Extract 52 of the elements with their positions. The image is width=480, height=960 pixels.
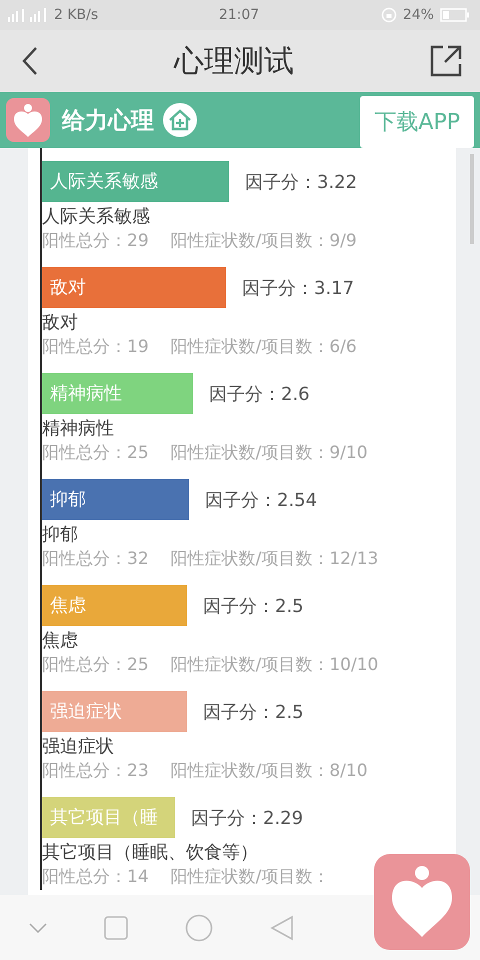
- battery-icon: [440, 8, 470, 22]
- positive-total: 阳性总分：25: [42, 654, 149, 677]
- positive-ratio: 阳性症状数/项目数：10/10: [170, 654, 378, 677]
- factor-score: 因子分：3.22: [245, 170, 358, 194]
- factor-score: 因子分：2.6: [209, 382, 310, 406]
- chevron-down-icon[interactable]: [28, 922, 47, 932]
- factor-bar: 其它项目（睡: [42, 797, 175, 838]
- download-app-button[interactable]: 下载APP: [360, 96, 474, 148]
- factor-score: 因子分：2.5: [203, 594, 304, 618]
- factor-bar: 强迫症状: [42, 691, 187, 732]
- positive-ratio: 阳性症状数/项目数：12/13: [170, 548, 378, 571]
- factor-score: 因子分：2.54: [205, 488, 318, 512]
- factor-bar: 焦虑: [42, 585, 187, 626]
- back-triangle-icon[interactable]: [270, 914, 294, 940]
- factor-name: 人际关系敏感: [42, 205, 151, 229]
- factor-bar: 人际关系敏感: [42, 161, 229, 202]
- positive-total: 阳性总分：23: [42, 760, 149, 783]
- share-icon[interactable]: [430, 45, 462, 77]
- back-icon[interactable]: [22, 46, 38, 76]
- positive-ratio: 阳性症状数/项目数：8/10: [170, 760, 368, 783]
- page-title: 心理测试: [174, 42, 294, 80]
- recent-apps-icon[interactable]: [104, 916, 128, 940]
- network-speed: 2 KB/s: [54, 7, 98, 23]
- heart-logo-icon: [6, 98, 50, 142]
- brand-name: 给力心理: [62, 106, 154, 136]
- positive-total: 阳性总分：14: [42, 866, 149, 889]
- positive-total: 阳性总分：32: [42, 548, 149, 571]
- factor-name: 焦虑: [42, 629, 79, 653]
- factor-score: 因子分：2.5: [203, 700, 304, 724]
- positive-ratio: 阳性症状数/项目数：: [170, 866, 330, 889]
- factor-name: 其它项目（睡眠、饮食等）: [42, 841, 259, 865]
- signal-icon: [8, 8, 48, 22]
- positive-total: 阳性总分：29: [42, 230, 149, 253]
- factor-name: 敌对: [42, 311, 79, 335]
- factor-bar: 敌对: [42, 267, 226, 308]
- positive-total: 阳性总分：25: [42, 442, 149, 465]
- positive-ratio: 阳性症状数/项目数：9/9: [170, 230, 357, 253]
- factor-bar: 精神病性: [42, 373, 193, 414]
- factor-score: 因子分：3.17: [242, 276, 354, 300]
- factor-name: 精神病性: [42, 417, 115, 441]
- home-icon: [162, 102, 198, 138]
- home-circle-icon[interactable]: [184, 914, 213, 942]
- factor-bar: 抑郁: [42, 479, 189, 520]
- factor-name: 强迫症状: [42, 735, 115, 759]
- factor-name: 抑郁: [42, 523, 79, 547]
- battery-percent: 24%: [402, 7, 434, 23]
- clock-time: 21:07: [218, 7, 260, 23]
- positive-ratio: 阳性症状数/项目数：9/10: [170, 442, 368, 465]
- positive-total: 阳性总分：19: [42, 336, 149, 359]
- positive-ratio: 阳性症状数/项目数：6/6: [170, 336, 357, 359]
- factor-score: 因子分：2.29: [191, 806, 304, 830]
- floating-app-icon[interactable]: [374, 854, 470, 950]
